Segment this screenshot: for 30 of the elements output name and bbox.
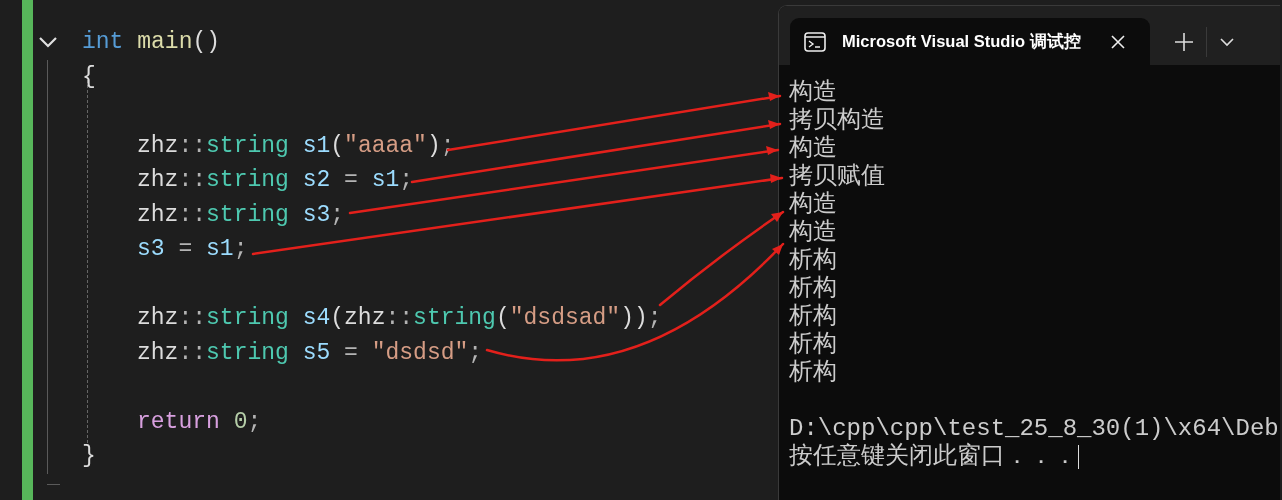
- output-line: 构造: [789, 135, 837, 163]
- dropdown-chevron-icon[interactable]: [1219, 36, 1235, 47]
- code-line: s3 = s1;: [137, 235, 248, 264]
- terminal-icon: [804, 31, 826, 52]
- code-line: zhz::string s4(zhz::string("dsdsad"));: [137, 304, 662, 333]
- output-line: 构造: [789, 79, 837, 107]
- text-cursor: [1078, 444, 1079, 469]
- output-line: 析构: [789, 303, 837, 331]
- collapse-chevron-icon[interactable]: [38, 36, 58, 49]
- code-line: zhz::string s2 = s1;: [137, 166, 414, 195]
- code-line: return 0;: [137, 407, 262, 437]
- code-line: {: [82, 62, 96, 92]
- output-line: 构造: [789, 191, 837, 219]
- code-line: zhz::string s3;: [137, 200, 345, 230]
- output-line: 构造: [789, 219, 837, 247]
- output-line: 析构: [789, 359, 837, 387]
- prompt-line: 按任意键关闭此窗口．．．: [789, 443, 1077, 471]
- new-tab-icon[interactable]: [1174, 31, 1194, 52]
- output-line: 拷贝构造: [789, 107, 885, 135]
- output-line: 析构: [789, 275, 837, 303]
- tab-title: Microsoft Visual Studio 调试控: [842, 30, 1082, 52]
- output-line: 拷贝赋值: [789, 163, 885, 191]
- code-line: }: [82, 442, 96, 471]
- close-icon[interactable]: [1110, 33, 1126, 50]
- terminal-tab[interactable]: Microsoft Visual Studio 调试控: [790, 18, 1150, 65]
- output-line: 析构: [789, 247, 837, 275]
- code-line: int main(): [82, 28, 221, 57]
- code-line: zhz::string s5 = "dsdsd";: [137, 338, 483, 368]
- output-line: 析构: [789, 331, 837, 359]
- path-line: D:\cpp\cpp\test_25_8_30(1)\x64\Deb: [789, 415, 1279, 442]
